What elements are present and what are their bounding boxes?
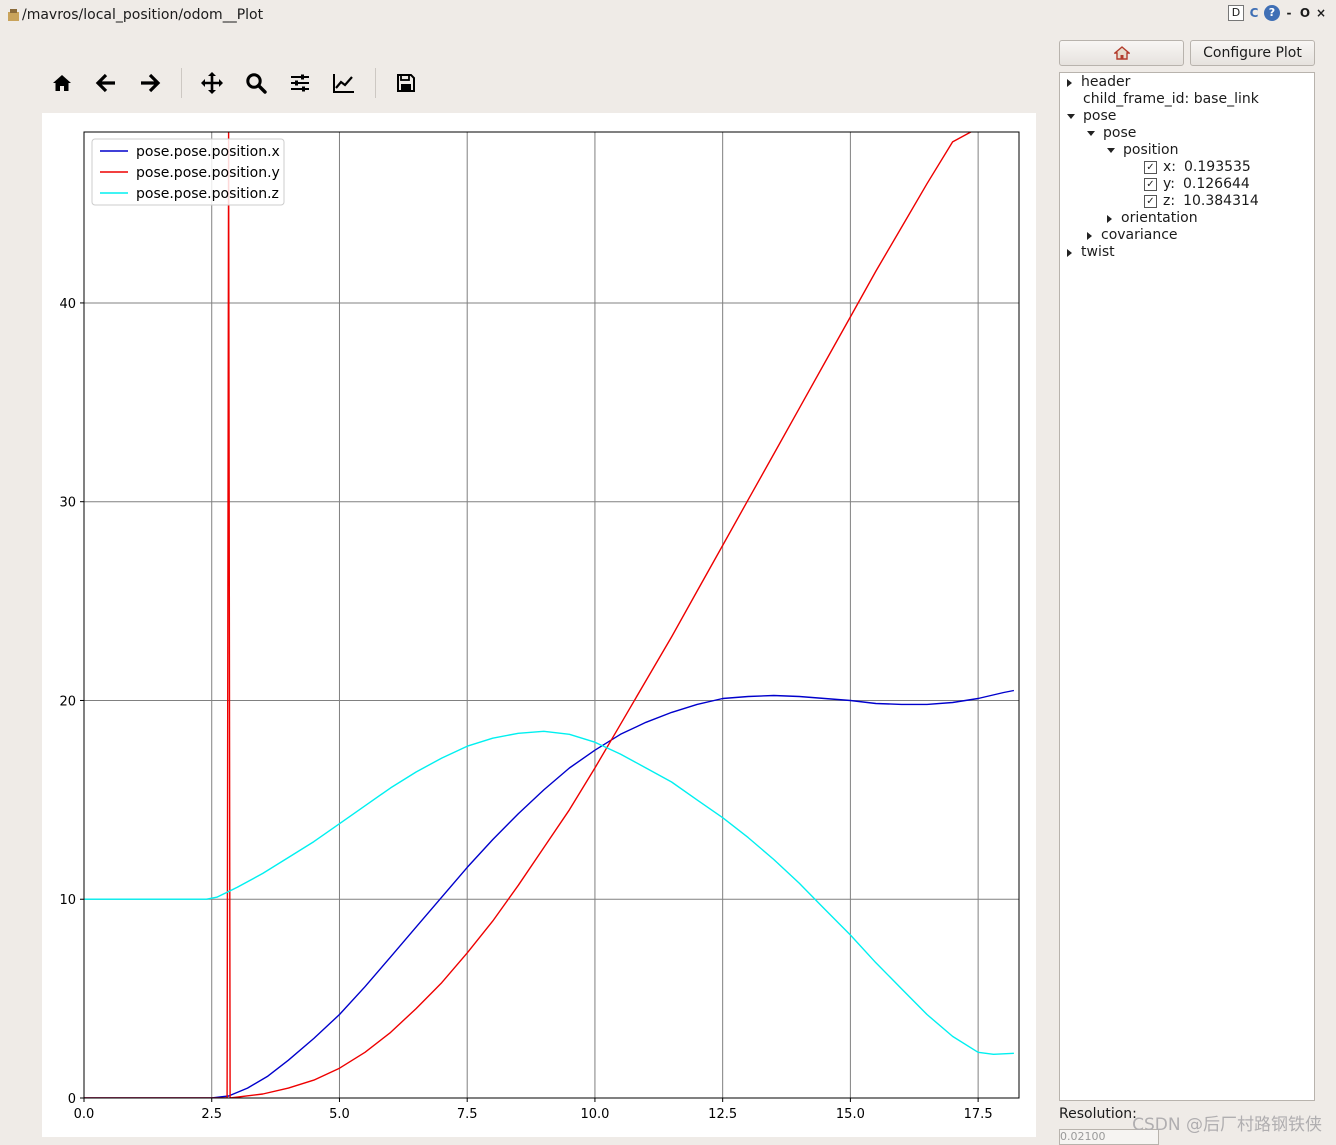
legend-label-2: pose.pose.position.y	[136, 165, 280, 181]
window-title: /mavros/local_position/odom__Plot	[22, 7, 264, 23]
message-tree: header child_frame_id: base_link pose po…	[1059, 72, 1315, 1101]
expanded-arrow-icon[interactable]	[1067, 114, 1075, 119]
collapsed-arrow-icon[interactable]	[1067, 248, 1072, 257]
y-tick-label: 30	[59, 496, 76, 511]
home-icon	[53, 75, 71, 91]
series-line-2	[84, 132, 973, 1098]
line-chart-icon	[333, 74, 354, 93]
x-tick-label: 10.0	[580, 1107, 609, 1122]
collapsed-arrow-icon[interactable]	[1107, 214, 1112, 223]
tree-item-header[interactable]: header	[1067, 74, 1130, 91]
legend-label-3: pose.pose.position.z	[136, 186, 279, 202]
plot-canvas[interactable]: 0.0 2.5 5.0 7.5 10.0 12.5 15.0 17.5 0 10 20 30 40 pos…	[42, 113, 1036, 1137]
tree-item-x[interactable]: ✓ x: 0.193535	[1144, 159, 1251, 176]
tree-item-pose-pose[interactable]: pose	[1087, 125, 1136, 142]
tree-item-covariance[interactable]: covariance	[1087, 227, 1178, 244]
window-controls: D C ? - O ×	[1228, 5, 1328, 21]
x-tick-label: 12.5	[708, 1107, 737, 1122]
pan-button[interactable]	[194, 64, 230, 102]
forward-button[interactable]	[132, 64, 168, 102]
save-button[interactable]	[388, 64, 424, 102]
legend-label-1: pose.pose.position.x	[136, 144, 280, 160]
tree-item-position[interactable]: position	[1107, 142, 1178, 159]
d-button[interactable]: D	[1228, 5, 1244, 21]
collapsed-arrow-icon[interactable]	[1067, 78, 1072, 87]
close-button[interactable]: ×	[1314, 5, 1328, 21]
series-line-3	[84, 730, 1014, 1055]
tree-item-child-frame-id[interactable]: child_frame_id: base_link	[1083, 91, 1259, 108]
x-tick-label: 15.0	[836, 1107, 865, 1122]
tree-item-y[interactable]: ✓ y: 0.126644	[1144, 176, 1250, 193]
arrow-right-icon	[141, 73, 161, 93]
house-icon	[1113, 46, 1130, 60]
expanded-arrow-icon[interactable]	[1087, 131, 1095, 136]
y-tick-label: 10	[59, 893, 76, 908]
home-button[interactable]	[44, 64, 80, 102]
toolbar-separator	[375, 68, 376, 98]
toolbar-separator	[181, 68, 182, 98]
home-view-button[interactable]	[1059, 40, 1184, 66]
y-tick-label: 20	[59, 694, 76, 709]
move-icon	[201, 72, 223, 94]
x-tick-label: 0.0	[74, 1107, 95, 1122]
floppy-icon	[397, 74, 415, 92]
position-plot[interactable]: 0.0 2.5 5.0 7.5 10.0 12.5 15.0 17.5 0 10 20 30 40 pos…	[42, 113, 1036, 1137]
z-checkbox[interactable]: ✓	[1144, 195, 1157, 208]
axes-frame	[83, 131, 1020, 1099]
tree-item-twist[interactable]: twist	[1067, 244, 1115, 261]
collapsed-arrow-icon[interactable]	[1087, 231, 1092, 240]
zoom-button[interactable]	[238, 64, 274, 102]
x-tick-label: 5.0	[329, 1107, 350, 1122]
c-button[interactable]: C	[1246, 5, 1262, 21]
app-icon	[8, 9, 19, 21]
y-tick-label: 40	[59, 297, 76, 312]
magnifier-icon	[246, 73, 267, 94]
x-tick-label: 17.5	[964, 1107, 993, 1122]
x-tick-label: 2.5	[201, 1107, 222, 1122]
configure-plot-button[interactable]: Configure Plot	[1190, 40, 1315, 66]
x-tick-label: 7.5	[457, 1107, 478, 1122]
y-checkbox[interactable]: ✓	[1144, 178, 1157, 191]
minimize-button[interactable]: -	[1282, 5, 1296, 21]
back-button[interactable]	[88, 64, 124, 102]
tree-item-pose[interactable]: pose	[1067, 108, 1116, 125]
resolution-label: Resolution:	[1059, 1106, 1137, 1122]
arrow-left-icon	[95, 73, 115, 93]
y-tick-label: 0	[68, 1092, 76, 1107]
sliders-icon	[291, 74, 309, 92]
watermark: CSDN @后厂村路钢铁侠	[1132, 1115, 1322, 1135]
title-bar: /mavros/local_position/odom__Plot D C ? …	[0, 0, 1336, 32]
maximize-button[interactable]: O	[1298, 5, 1312, 21]
help-icon[interactable]: ?	[1264, 5, 1280, 21]
configure-subplots-button[interactable]	[282, 64, 318, 102]
tree-item-orientation[interactable]: orientation	[1107, 210, 1198, 227]
expanded-arrow-icon[interactable]	[1107, 148, 1115, 153]
tree-item-z[interactable]: ✓ z: 10.384314	[1144, 193, 1259, 210]
x-checkbox[interactable]: ✓	[1144, 161, 1157, 174]
edit-axes-button[interactable]	[326, 64, 362, 102]
